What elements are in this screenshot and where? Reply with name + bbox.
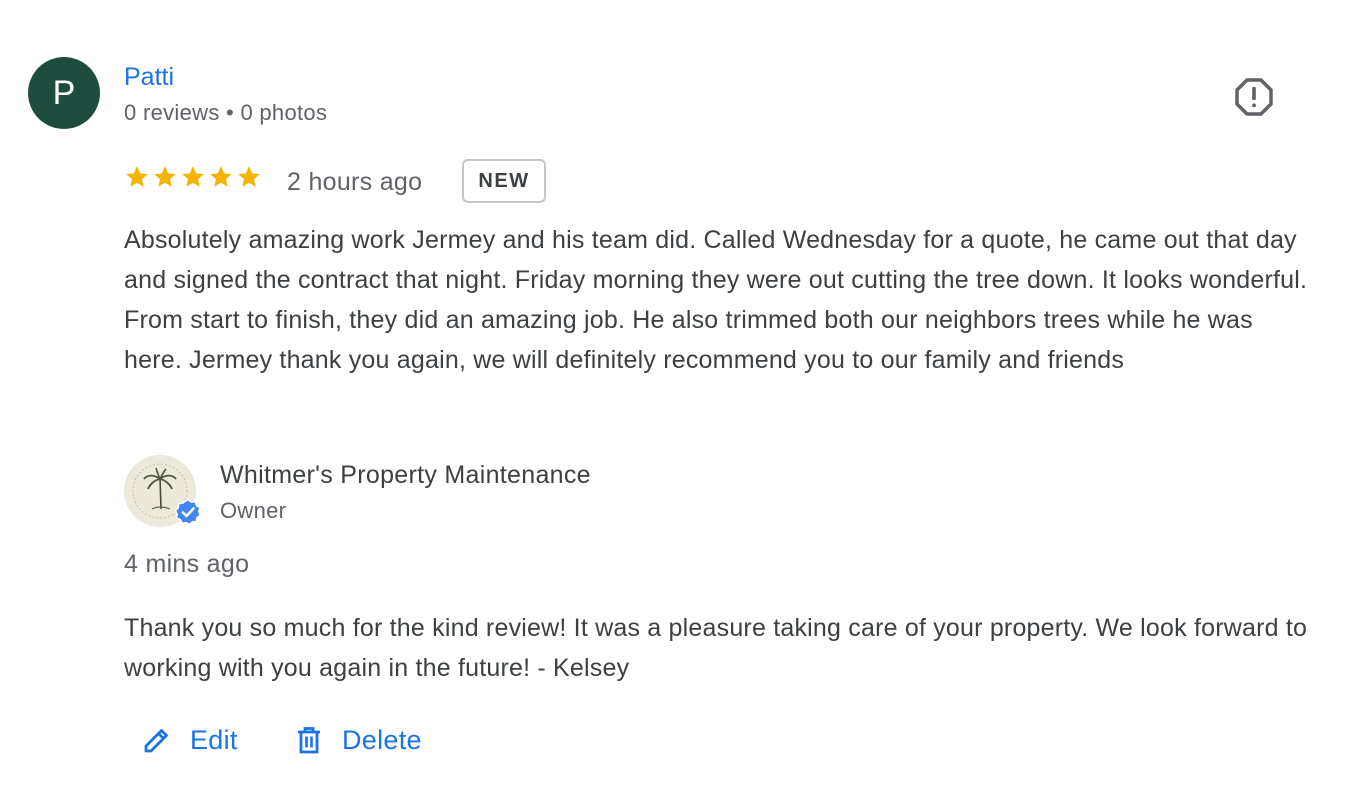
reviewer-avatar[interactable]: P <box>28 57 100 129</box>
star-icon <box>238 166 260 187</box>
owner-business-name: Whitmer's Property Maintenance <box>220 461 591 489</box>
edit-button[interactable]: Edit <box>142 718 238 762</box>
owner-role: Owner <box>220 498 287 523</box>
reply-text: Thank you so much for the kind review! I… <box>124 614 1308 682</box>
reply-time: 4 mins ago <box>124 550 250 578</box>
star-icon <box>210 166 232 187</box>
review-card: P Patti 0 reviews • 0 photos 2 hours ago… <box>0 0 1347 797</box>
verified-check-icon <box>174 498 202 526</box>
review-time: 2 hours ago <box>287 168 423 196</box>
report-flag-icon[interactable] <box>1234 77 1274 117</box>
star-rating <box>124 164 262 190</box>
pencil-icon <box>144 729 168 753</box>
star-icon <box>126 166 148 187</box>
reviewer-initial: P <box>52 73 76 112</box>
new-badge: NEW <box>462 159 546 203</box>
delete-button[interactable]: Delete <box>294 718 422 762</box>
star-icon <box>182 166 204 187</box>
star-icon <box>154 166 176 187</box>
delete-label: Delete <box>342 724 422 755</box>
trash-icon <box>298 727 320 754</box>
reviewer-meta: 0 reviews • 0 photos <box>124 100 328 125</box>
edit-label: Edit <box>190 724 238 755</box>
reviewer-name[interactable]: Patti <box>124 61 174 93</box>
review-text: Absolutely amazing work Jermey and his t… <box>124 226 1308 374</box>
